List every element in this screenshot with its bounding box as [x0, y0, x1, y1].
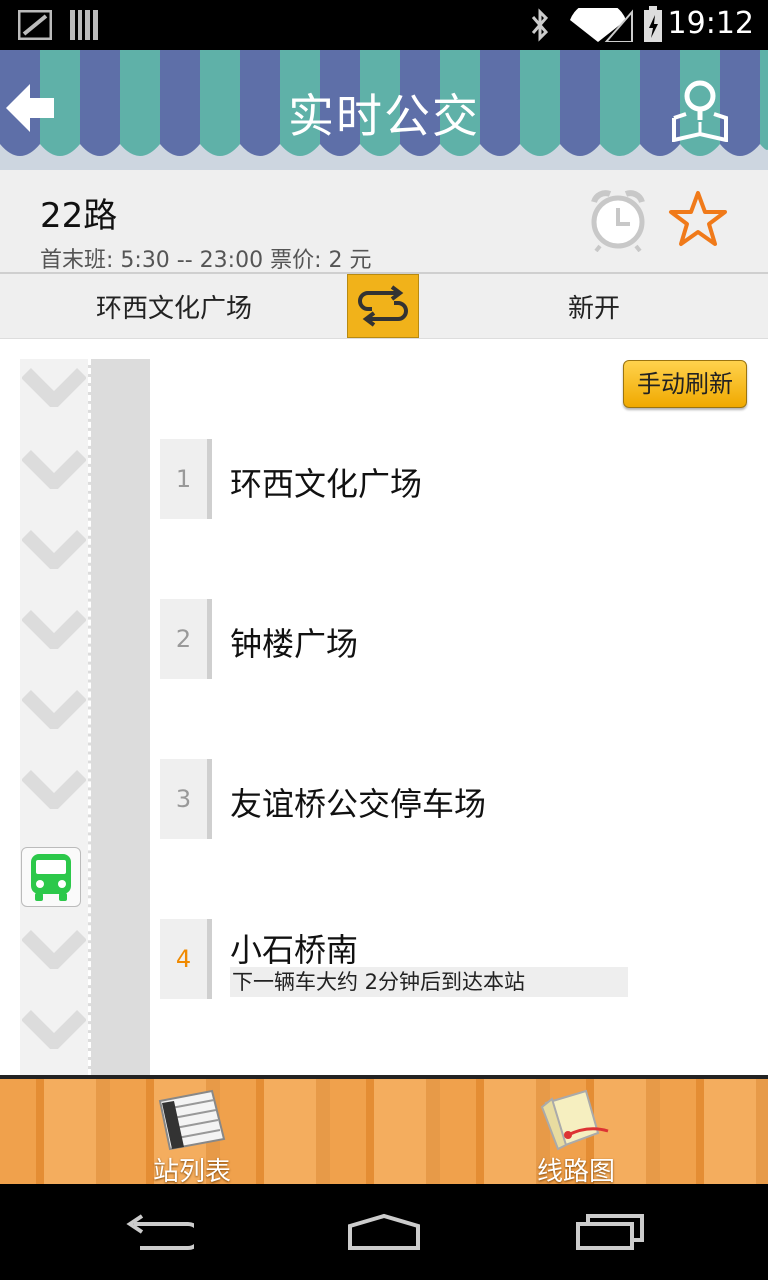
chevron-down-icon: [22, 690, 86, 729]
map-pin-book-icon[interactable]: [672, 78, 728, 142]
route-name: 22路: [40, 196, 118, 236]
stop-item[interactable]: 1 环西文化广场: [160, 439, 760, 519]
tab-station-list[interactable]: 站列表: [92, 1079, 292, 1187]
station-list-icon: [158, 1089, 226, 1151]
chevron-down-icon: [22, 1010, 86, 1049]
favorite-star-icon[interactable]: [668, 190, 728, 250]
route-track-bar: [88, 359, 150, 1075]
route-schedule-fare: 首末班: 5:30 -- 23:00 票价: 2 元: [40, 248, 372, 273]
chevron-down-icon: [22, 610, 86, 649]
bus-icon: [31, 854, 71, 901]
stop-number: 3: [160, 759, 212, 839]
chevron-down-icon: [22, 770, 86, 809]
alarm-clock-icon[interactable]: [586, 188, 650, 252]
stop-name: 钟楼广场: [230, 625, 359, 663]
awning-scallop: [0, 144, 768, 170]
status-bar: 19:12: [0, 0, 768, 50]
stop-number: 4: [160, 919, 212, 999]
stop-name: 友谊桥公交停车场: [230, 785, 487, 823]
direction-from: 环西文化广场: [95, 294, 252, 324]
stop-item[interactable]: 2 钟楼广场: [160, 599, 760, 679]
wifi-icon: [570, 8, 633, 42]
direction-to: 新开: [567, 294, 620, 324]
title-bar: 实时公交: [0, 50, 768, 170]
status-time: 19:12: [667, 6, 754, 41]
tab-station-list-label: 站列表: [152, 1157, 231, 1187]
bluetooth-icon: [531, 8, 549, 42]
route-info: 22路 首末班: 5:30 -- 23:00 票价: 2 元: [0, 170, 768, 274]
nav-home-icon[interactable]: [346, 1212, 422, 1252]
route-map-icon: [540, 1089, 609, 1151]
direction-row: 环西文化广场 新开: [0, 274, 768, 339]
stop-name: 小石桥南: [230, 931, 359, 969]
bus-position-icon[interactable]: [21, 847, 81, 907]
stop-number: 1: [160, 439, 212, 519]
system-nav-bar: [0, 1184, 768, 1280]
bottom-tab-bar: 站列表 线路图: [0, 1075, 768, 1187]
tab-route-map[interactable]: 线路图: [476, 1079, 676, 1187]
barcode-icon: [70, 10, 98, 40]
route-track: [20, 359, 88, 1075]
page-title: 实时公交: [288, 89, 480, 143]
arrival-estimate: 下一辆车大约 2分钟后到达本站: [230, 967, 628, 997]
notification-icon: [18, 10, 52, 40]
battery-icon: [644, 6, 662, 42]
nav-recents-icon[interactable]: [574, 1212, 646, 1252]
nav-back-icon[interactable]: [124, 1214, 194, 1250]
stop-name: 环西文化广场: [230, 465, 423, 503]
stop-number: 2: [160, 599, 212, 679]
back-arrow-icon[interactable]: [0, 76, 64, 140]
swap-direction-button[interactable]: [347, 274, 419, 338]
manual-refresh-button[interactable]: 手动刷新: [623, 360, 747, 408]
tab-route-map-label: 线路图: [536, 1157, 615, 1187]
chevron-down-icon: [22, 368, 86, 407]
stop-list-area[interactable]: 手动刷新 1 环西文化广场 2 钟楼广场 3 友谊桥公交停车场 4 小石桥南 下…: [0, 339, 768, 1075]
stop-item-active[interactable]: 4 小石桥南 下一辆车大约 2分钟后到达本站: [160, 919, 760, 999]
chevron-down-icon: [22, 530, 86, 569]
swap-arrows-icon: [358, 285, 408, 327]
stop-item[interactable]: 3 友谊桥公交停车场: [160, 759, 760, 839]
chevron-down-icon: [22, 930, 86, 969]
chevron-down-icon: [22, 450, 86, 489]
